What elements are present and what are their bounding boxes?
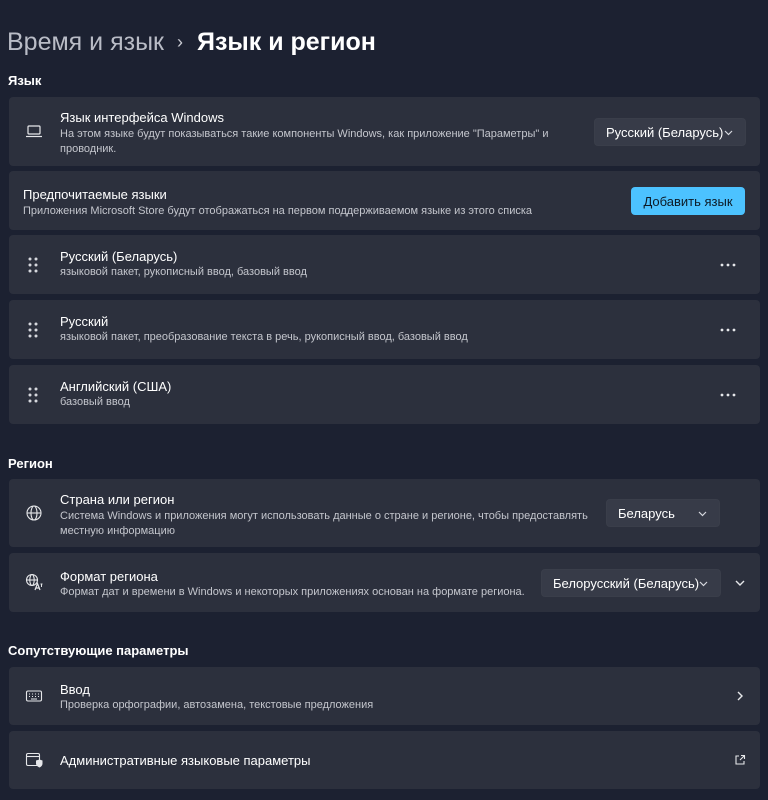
drag-handle-icon[interactable] [28, 257, 38, 273]
country-region-selected: Беларусь [618, 505, 675, 521]
breadcrumb-separator-icon: › [176, 31, 183, 52]
country-region-card: Страна или регион Система Windows и прил… [9, 479, 760, 547]
language-features: языковой пакет, рукописный ввод, базовый… [60, 266, 307, 278]
language-name: Английский (США) [60, 379, 172, 394]
globe-icon [25, 504, 43, 522]
country-region-dropdown[interactable]: Беларусь [606, 499, 720, 527]
language-item-ru[interactable]: Русский языковой пакет, преобразование т… [9, 300, 760, 359]
expand-chevron-icon[interactable] [734, 577, 746, 589]
more-options-icon[interactable] [720, 392, 736, 398]
settings-page: Время и язык › Язык и регион Язык Язык и… [0, 0, 768, 800]
display-language-card: Язык интерфейса Windows На этом языке бу… [9, 97, 760, 166]
drag-handle-icon[interactable] [28, 387, 38, 403]
external-link-icon [735, 754, 746, 765]
language-name: Русский [60, 314, 109, 329]
country-region-title: Страна или регион [60, 492, 175, 507]
language-item-ru-by[interactable]: Русский (Беларусь) языковой пакет, рукоп… [9, 235, 760, 294]
display-language-selected: Русский (Беларусь) [606, 124, 724, 140]
breadcrumb-parent-link[interactable]: Время и язык [7, 28, 164, 57]
chevron-right-icon [737, 691, 743, 701]
laptop-icon [25, 122, 43, 140]
preferred-languages-description: Приложения Microsoft Store будут отображ… [23, 205, 533, 217]
admin-language-icon [25, 751, 43, 769]
country-region-description: Система Windows и приложения могут испол… [60, 510, 588, 537]
more-options-icon[interactable] [720, 262, 736, 268]
language-features: базовый ввод [60, 396, 130, 408]
section-title-related: Сопутствующие параметры [8, 643, 189, 658]
typing-settings-link[interactable]: Ввод Проверка орфографии, автозамена, те… [9, 667, 760, 725]
section-title-language: Язык [8, 73, 42, 88]
language-item-en-us[interactable]: Английский (США) базовый ввод [9, 365, 760, 424]
display-language-title: Язык интерфейса Windows [60, 110, 224, 125]
page-title: Язык и регион [196, 27, 376, 56]
chevron-down-icon [724, 130, 733, 136]
chevron-down-icon [699, 581, 708, 587]
preferred-languages-card: Предпочитаемые языки Приложения Microsof… [9, 171, 760, 230]
language-name: Русский (Беларусь) [60, 249, 178, 264]
regional-format-card[interactable]: Формат региона Формат дат и времени в Wi… [9, 553, 760, 612]
more-options-icon[interactable] [720, 327, 736, 333]
keyboard-icon [25, 687, 43, 705]
section-title-region: Регион [8, 456, 53, 471]
preferred-languages-title: Предпочитаемые языки [23, 187, 167, 202]
regional-format-selected: Белорусский (Беларусь) [553, 575, 700, 591]
regional-format-dropdown[interactable]: Белорусский (Беларусь) [541, 569, 721, 597]
add-language-button[interactable]: Добавить язык [631, 187, 745, 215]
regional-format-description: Формат дат и времени в Windows и некотор… [60, 586, 525, 598]
admin-language-settings-link[interactable]: Административные языковые параметры [9, 731, 760, 789]
language-features: языковой пакет, преобразование текста в … [60, 331, 468, 343]
breadcrumb: Время и язык › Язык и регион [7, 24, 376, 60]
typing-description: Проверка орфографии, автозамена, текстов… [60, 699, 374, 711]
drag-handle-icon[interactable] [28, 322, 38, 338]
regional-format-title: Формат региона [60, 569, 158, 584]
chevron-down-icon [698, 511, 707, 517]
display-language-description: На этом языке будут показываться такие к… [60, 128, 549, 155]
typing-title: Ввод [60, 682, 90, 697]
regional-format-icon [25, 573, 43, 591]
display-language-dropdown[interactable]: Русский (Беларусь) [594, 118, 746, 146]
admin-language-title: Административные языковые параметры [60, 753, 311, 768]
